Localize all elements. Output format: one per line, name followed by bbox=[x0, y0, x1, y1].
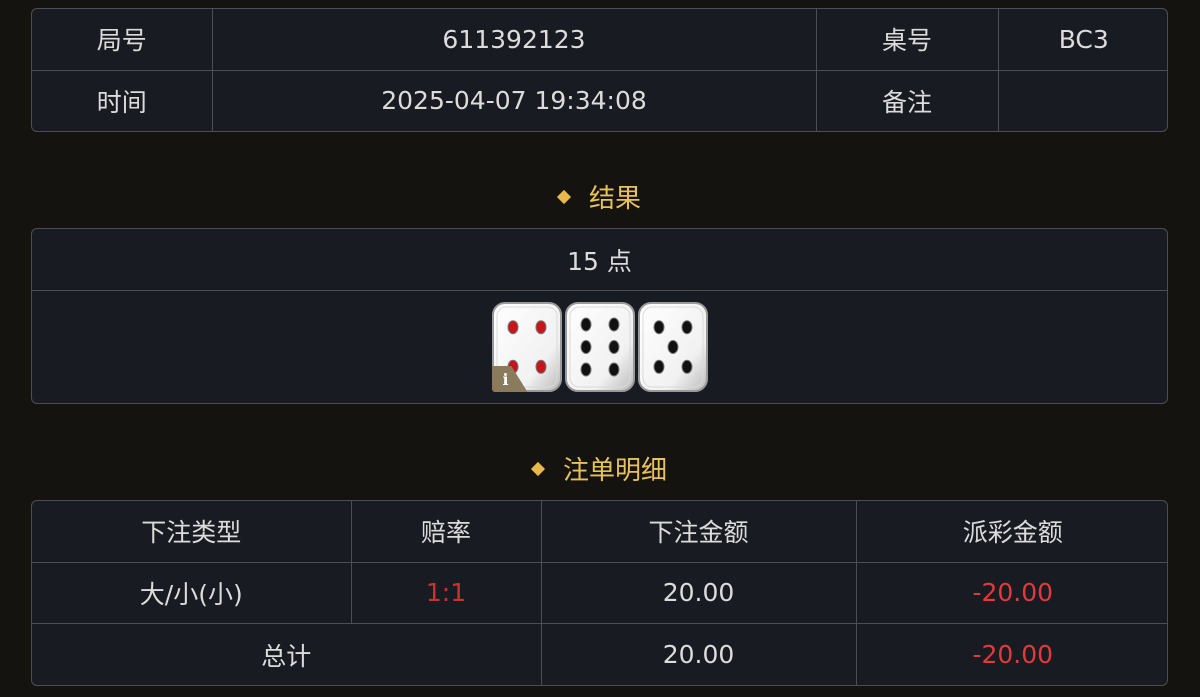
bet-detail-header-row: 下注类型 赔率 下注金额 派彩金额 bbox=[32, 501, 1167, 563]
table-number-label: 桌号 bbox=[815, 9, 999, 71]
round-number-value: 611392123 bbox=[211, 9, 817, 71]
odds-cell: 1:1 bbox=[350, 561, 542, 625]
total-amount: 20.00 bbox=[540, 623, 857, 685]
bet-amount-cell: 20.00 bbox=[540, 561, 857, 625]
dice-row: i bbox=[32, 291, 1167, 403]
total-row: 总计 20.00 -20.00 bbox=[32, 623, 1167, 685]
note-label: 备注 bbox=[815, 69, 999, 131]
result-title-text: 结果 bbox=[588, 184, 641, 214]
table-row: 大/小(小) 1:1 20.00 -20.00 bbox=[32, 561, 1167, 625]
round-info-table: 局号 611392123 桌号 BC3 时间 2025-04-07 19:34:… bbox=[32, 9, 1167, 131]
die-six-icon bbox=[564, 302, 635, 392]
time-info-row: 时间 2025-04-07 19:34:08 备注 bbox=[32, 69, 1167, 131]
bet-detail-table: 下注类型 赔率 下注金额 派彩金额 大/小(小) 1:1 20.00 -20.0… bbox=[32, 501, 1167, 685]
detail-section-title: 注单明细 bbox=[0, 450, 1200, 487]
total-label: 总计 bbox=[32, 623, 542, 685]
detail-title-text: 注单明细 bbox=[562, 456, 667, 486]
table-number-value: BC3 bbox=[997, 9, 1167, 71]
payout-cell: -20.00 bbox=[855, 561, 1167, 625]
die-five-icon bbox=[637, 302, 708, 392]
time-value: 2025-04-07 19:34:08 bbox=[211, 69, 817, 131]
bet-detail-panel: 下注类型 赔率 下注金额 派彩金额 大/小(小) 1:1 20.00 -20.0… bbox=[31, 500, 1168, 686]
die-four-icon: i bbox=[491, 302, 562, 392]
diamond-icon bbox=[556, 189, 572, 205]
time-label: 时间 bbox=[32, 69, 213, 131]
result-section-title: 结果 bbox=[0, 178, 1200, 215]
round-number-label: 局号 bbox=[32, 9, 213, 71]
header-bet-amount: 下注金额 bbox=[540, 501, 857, 563]
result-points: 15 点 bbox=[32, 229, 1167, 291]
bet-type-cell: 大/小(小) bbox=[32, 561, 352, 625]
total-payout: -20.00 bbox=[855, 623, 1167, 685]
header-odds: 赔率 bbox=[350, 501, 542, 563]
header-payout: 派彩金额 bbox=[855, 501, 1167, 563]
note-value bbox=[997, 69, 1167, 131]
diamond-icon bbox=[530, 461, 546, 477]
result-panel: 15 点 i bbox=[31, 228, 1168, 404]
round-info-panel: 局号 611392123 桌号 BC3 时间 2025-04-07 19:34:… bbox=[31, 8, 1168, 132]
header-bet-type: 下注类型 bbox=[32, 501, 352, 563]
round-info-row: 局号 611392123 桌号 BC3 bbox=[32, 9, 1167, 71]
